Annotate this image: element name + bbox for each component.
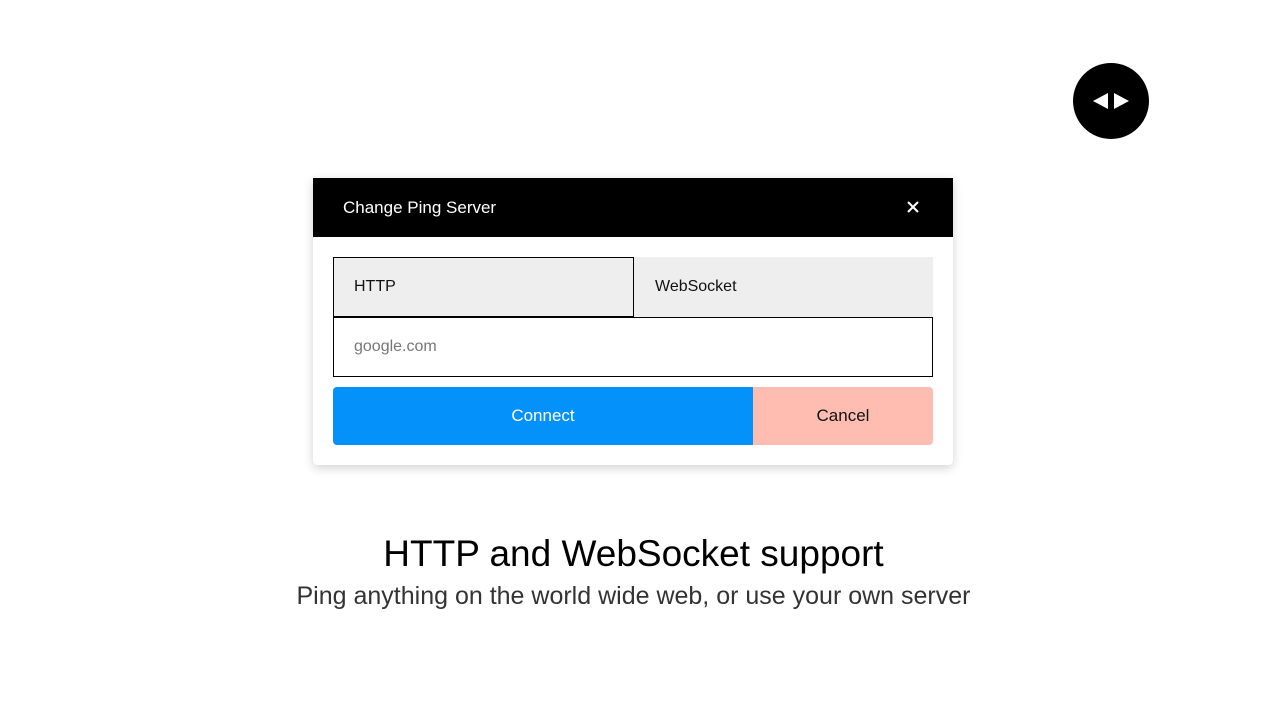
triangle-right-icon — [1114, 93, 1129, 109]
page: Change Ping Server HTTP WebSocket Connec… — [0, 0, 1267, 716]
change-ping-server-dialog: Change Ping Server HTTP WebSocket Connec… — [313, 178, 953, 465]
close-button[interactable] — [901, 195, 925, 219]
close-icon — [907, 201, 919, 213]
feature-subline: Ping anything on the world wide web, or … — [296, 582, 971, 610]
tab-websocket[interactable]: WebSocket — [634, 257, 933, 317]
triangle-left-icon — [1093, 93, 1108, 109]
server-url-input[interactable] — [333, 317, 933, 377]
cancel-button[interactable]: Cancel — [753, 387, 933, 445]
dialog-header: Change Ping Server — [313, 178, 953, 237]
connect-button[interactable]: Connect — [333, 387, 753, 445]
dialog-title: Change Ping Server — [343, 198, 497, 217]
tab-http[interactable]: HTTP — [333, 257, 634, 317]
slide-nav-button[interactable] — [1073, 63, 1149, 139]
feature-headline: HTTP and WebSocket support — [383, 533, 884, 574]
